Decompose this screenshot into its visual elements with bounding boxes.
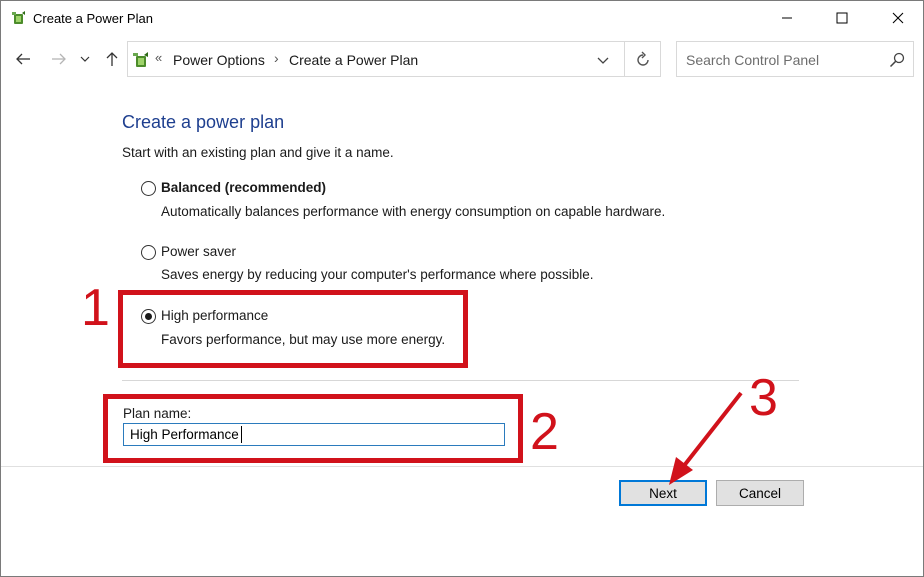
option-desc-balanced: Automatically balances performance with … xyxy=(161,204,666,219)
annotation-number-3: 3 xyxy=(749,369,778,427)
address-bar[interactable]: « Power Options › Create a Power Plan xyxy=(127,41,661,77)
option-label-balanced[interactable]: Balanced (recommended) xyxy=(161,180,326,195)
annotation-box-step-1 xyxy=(118,290,468,368)
forward-arrow-icon xyxy=(52,53,66,65)
footer-separator xyxy=(1,466,923,467)
power-options-icon xyxy=(12,11,25,24)
content-separator xyxy=(122,380,799,381)
power-options-icon xyxy=(133,52,148,67)
title-bar: Create a Power Plan xyxy=(1,1,923,35)
breadcrumb-power-options[interactable]: Power Options xyxy=(173,52,265,68)
navigation-bar: « Power Options › Create a Power Plan Se… xyxy=(1,39,923,79)
close-button[interactable] xyxy=(875,1,921,35)
forward-button[interactable] xyxy=(49,49,69,69)
radio-power-saver[interactable] xyxy=(141,245,156,260)
next-button[interactable]: Next xyxy=(619,480,707,506)
recent-locations-button[interactable] xyxy=(78,49,92,69)
dropdown-chevron-icon[interactable] xyxy=(596,53,610,67)
up-arrow-icon xyxy=(106,52,118,66)
search-box[interactable]: Search Control Panel xyxy=(676,41,914,77)
annotation-number-2: 2 xyxy=(530,403,559,461)
breadcrumb-create-power-plan[interactable]: Create a Power Plan xyxy=(289,52,418,68)
refresh-icon[interactable] xyxy=(634,51,652,69)
option-label-power-saver[interactable]: Power saver xyxy=(161,244,236,259)
annotation-number-1: 1 xyxy=(81,279,110,337)
maximize-icon xyxy=(836,12,848,24)
up-button[interactable] xyxy=(102,49,122,69)
maximize-button[interactable] xyxy=(819,1,865,35)
back-button[interactable] xyxy=(13,49,33,69)
search-icon[interactable] xyxy=(889,52,905,68)
close-icon xyxy=(892,12,904,24)
address-divider xyxy=(624,42,625,76)
cancel-button[interactable]: Cancel xyxy=(716,480,804,506)
annotation-box-step-2 xyxy=(103,394,523,463)
back-arrow-icon xyxy=(16,53,30,65)
minimize-button[interactable] xyxy=(764,1,810,35)
recent-chevron-icon xyxy=(80,56,90,62)
breadcrumb-overflow[interactable]: « xyxy=(155,50,162,65)
search-input[interactable]: Search Control Panel xyxy=(686,52,819,68)
page-title: Create a power plan xyxy=(122,112,285,132)
minimize-icon xyxy=(782,17,792,19)
window-title: Create a Power Plan xyxy=(33,11,153,26)
intro-text: Start with an existing plan and give it … xyxy=(122,145,394,160)
power-plan-window: Create a Power Plan « Power Options › Cr… xyxy=(0,0,924,577)
breadcrumb-separator[interactable]: › xyxy=(274,50,279,66)
radio-balanced[interactable] xyxy=(141,181,156,196)
option-desc-power-saver: Saves energy by reducing your computer's… xyxy=(161,267,594,282)
